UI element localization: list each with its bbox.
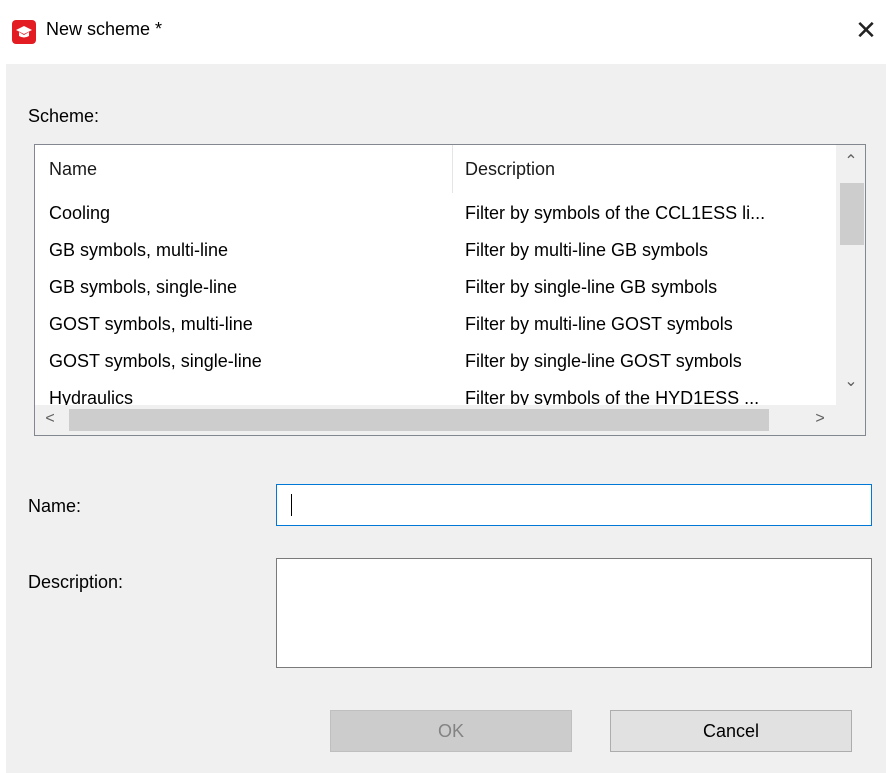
scroll-up-icon[interactable]: ⌃: [836, 151, 865, 171]
cancel-button[interactable]: Cancel: [610, 710, 852, 752]
row-name: Cooling: [49, 203, 111, 223]
ok-button[interactable]: OK: [330, 710, 572, 752]
scheme-list[interactable]: Name Description Cooling Filter by symbo…: [34, 144, 866, 436]
list-item[interactable]: Cooling Filter by symbols of the CCL1ESS…: [35, 197, 835, 234]
row-description: Filter by single-line GB symbols: [465, 277, 718, 297]
horizontal-scrollbar[interactable]: < >: [35, 405, 836, 435]
row-description: Filter by single-line GOST symbols: [465, 351, 742, 371]
scroll-left-icon[interactable]: <: [35, 410, 65, 428]
close-button[interactable]: ✕: [846, 8, 886, 52]
scroll-down-icon[interactable]: ⌄: [836, 371, 865, 391]
name-label: Name:: [28, 496, 82, 516]
scheme-label: Scheme:: [28, 106, 100, 126]
ok-button-label: OK: [437, 720, 464, 741]
row-description: Filter by multi-line GOST symbols: [465, 314, 733, 334]
column-header-description[interactable]: Description: [465, 159, 555, 180]
vertical-scroll-thumb[interactable]: [840, 183, 864, 245]
list-header: Name Description: [35, 145, 835, 197]
column-separator[interactable]: [452, 145, 453, 193]
description-input[interactable]: [276, 558, 872, 668]
row-name: GB symbols, single-line: [49, 277, 238, 297]
list-item[interactable]: GOST symbols, multi-line Filter by multi…: [35, 308, 835, 345]
description-label: Description:: [28, 572, 124, 592]
scroll-right-icon[interactable]: >: [805, 410, 835, 428]
scrollbar-corner: [836, 405, 865, 435]
row-name: GOST symbols, single-line: [49, 351, 262, 371]
close-icon: ✕: [855, 14, 877, 45]
column-header-name[interactable]: Name: [49, 159, 97, 180]
text-caret: [291, 494, 292, 516]
row-name: GOST symbols, multi-line: [49, 314, 253, 334]
window-title: New scheme *: [46, 19, 163, 39]
list-item[interactable]: GB symbols, single-line Filter by single…: [35, 271, 835, 308]
name-input[interactable]: [276, 484, 872, 526]
list-item[interactable]: GOST symbols, single-line Filter by sing…: [35, 345, 835, 382]
vertical-scrollbar[interactable]: ⌃ ⌄: [836, 145, 865, 405]
dialog-body: Scheme: Name Description Cooling Filter …: [6, 64, 886, 773]
horizontal-scroll-thumb[interactable]: [69, 409, 769, 431]
list-item[interactable]: GB symbols, multi-line Filter by multi-l…: [35, 234, 835, 271]
row-description: Filter by symbols of the CCL1ESS li...: [465, 203, 766, 223]
app-logo-icon: [12, 20, 36, 44]
cancel-button-label: Cancel: [702, 720, 760, 741]
row-name: GB symbols, multi-line: [49, 240, 229, 260]
title-bar: New scheme * ✕: [0, 0, 886, 64]
row-description: Filter by multi-line GB symbols: [465, 240, 709, 260]
